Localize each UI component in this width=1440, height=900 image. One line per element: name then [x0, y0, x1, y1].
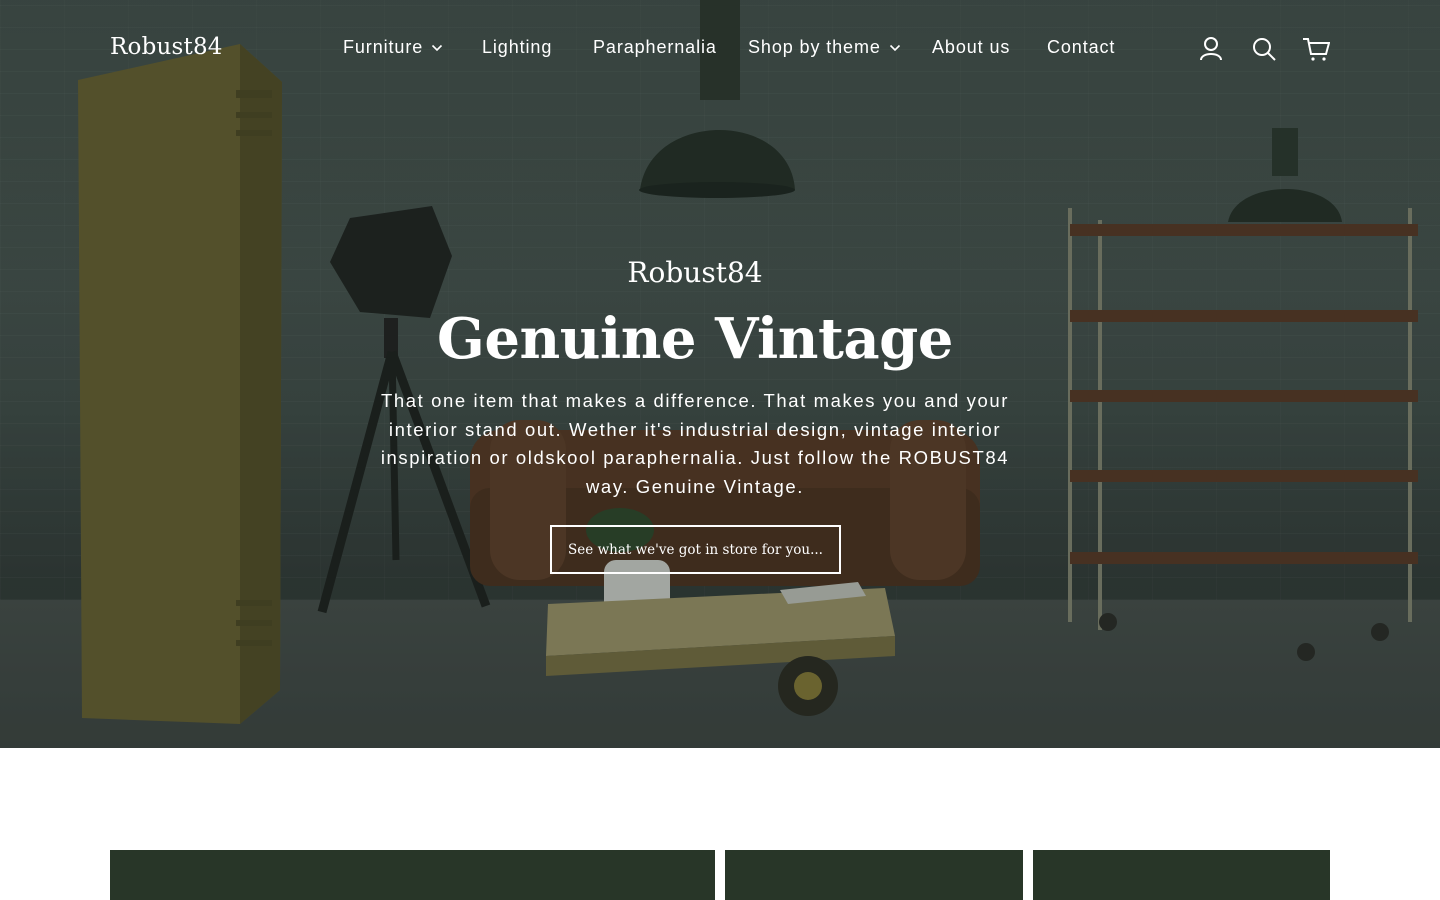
- nav-item-shop-by-theme[interactable]: Shop by theme: [748, 37, 901, 58]
- hero-cta-button[interactable]: See what we've got in store for you...: [550, 525, 841, 574]
- cart-icon[interactable]: [1302, 36, 1330, 62]
- nav-item-label: Paraphernalia: [593, 37, 717, 57]
- site-logo[interactable]: Robust84: [110, 34, 223, 60]
- collection-tile[interactable]: [1033, 850, 1330, 900]
- nav-item-paraphernalia[interactable]: Paraphernalia: [593, 37, 717, 58]
- search-icon[interactable]: [1252, 36, 1276, 62]
- nav-item-label: About us: [932, 37, 1011, 57]
- nav-item-label: Lighting: [482, 37, 553, 57]
- hero-text: That one item that makes a difference. T…: [380, 390, 1010, 497]
- nav-item-label: Shop by theme: [748, 37, 881, 57]
- hero-subheading: Robust84: [627, 256, 763, 289]
- nav-item-about-us[interactable]: About us: [932, 37, 1010, 58]
- account-icon[interactable]: [1199, 36, 1223, 62]
- nav-item-lighting[interactable]: Lighting: [482, 37, 552, 58]
- collection-tile[interactable]: [725, 850, 1023, 900]
- hero-title: Genuine Vintage: [437, 306, 953, 372]
- hero-banner: [0, 0, 1440, 748]
- nav-item-label: Furniture: [343, 37, 424, 57]
- site-header: Robust84 Furniture Lighting Paraphernali…: [0, 0, 1440, 100]
- nav-item-label: Contact: [1047, 37, 1116, 57]
- chevron-down-icon: [889, 44, 900, 51]
- collection-tile[interactable]: [110, 850, 715, 900]
- chevron-down-icon: [432, 44, 443, 51]
- nav-item-furniture[interactable]: Furniture: [343, 37, 443, 58]
- hero-overlay: [0, 0, 1440, 748]
- nav-item-contact[interactable]: Contact: [1047, 37, 1115, 58]
